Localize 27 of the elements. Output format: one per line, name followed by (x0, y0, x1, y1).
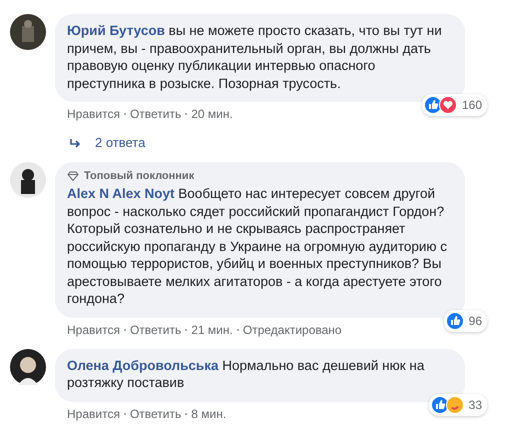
diamond-icon (67, 171, 79, 181)
timestamp-link[interactable]: 8 мин. (191, 406, 226, 420)
top-fan-label: Топовый поклонник (84, 170, 194, 182)
reply-link[interactable]: Ответить (130, 406, 182, 420)
like-link[interactable]: Нравится (67, 322, 120, 336)
author-link[interactable]: Олена Добровольська (67, 358, 218, 372)
edited-link[interactable]: Отредактировано (242, 322, 342, 336)
thumbs-up-icon (446, 312, 464, 330)
avatar[interactable] (10, 14, 46, 50)
timestamp-link[interactable]: 21 мин. (191, 322, 233, 336)
view-replies-link[interactable]: 2 ответа (55, 121, 146, 150)
reactions-pill[interactable]: 96 (444, 310, 487, 332)
comment-text: Олена Добровольська Нормально вас дешевий нюк на розтяжку поставив (67, 356, 426, 392)
reactions-pill[interactable]: 160 (422, 94, 487, 116)
author-link[interactable]: Alex N Alex Noyt (67, 186, 175, 201)
comment-text: Alex N Alex Noyt Вообщето нас интересует совсем другой вопрос - насколько сядет российский пропагандист Гордон? Который сознательно и не скрываясь распространяет российскую пропаганду в Украине на огромную аудиторию с помощью террористов, убийц и военных преступников? Вы арестовываете мелких агитаторов - а когда арестуете этого гондона? (67, 185, 448, 308)
like-link[interactable]: Нравится (67, 107, 120, 121)
reply-link[interactable]: Ответить (130, 107, 182, 121)
reply-arrow-icon (69, 138, 81, 148)
timestamp-link[interactable]: 20 мин. (191, 107, 233, 121)
like-link[interactable]: Нравится (67, 406, 120, 420)
reply-link[interactable]: Ответить (130, 322, 182, 336)
avatar[interactable] (10, 348, 46, 384)
avatar[interactable] (10, 162, 46, 198)
author-link[interactable]: Юрий Бутусов (67, 23, 165, 38)
comment-text: Юрий Бутусов вы не можете просто сказать, что вы тут ни причем, вы - правоохранительный орган, вы должны дать правовую оценку публикации интервью опасного преступника в розыске. Позорная трусость. (67, 22, 443, 92)
reactions-pill[interactable]: 33 (428, 394, 487, 416)
